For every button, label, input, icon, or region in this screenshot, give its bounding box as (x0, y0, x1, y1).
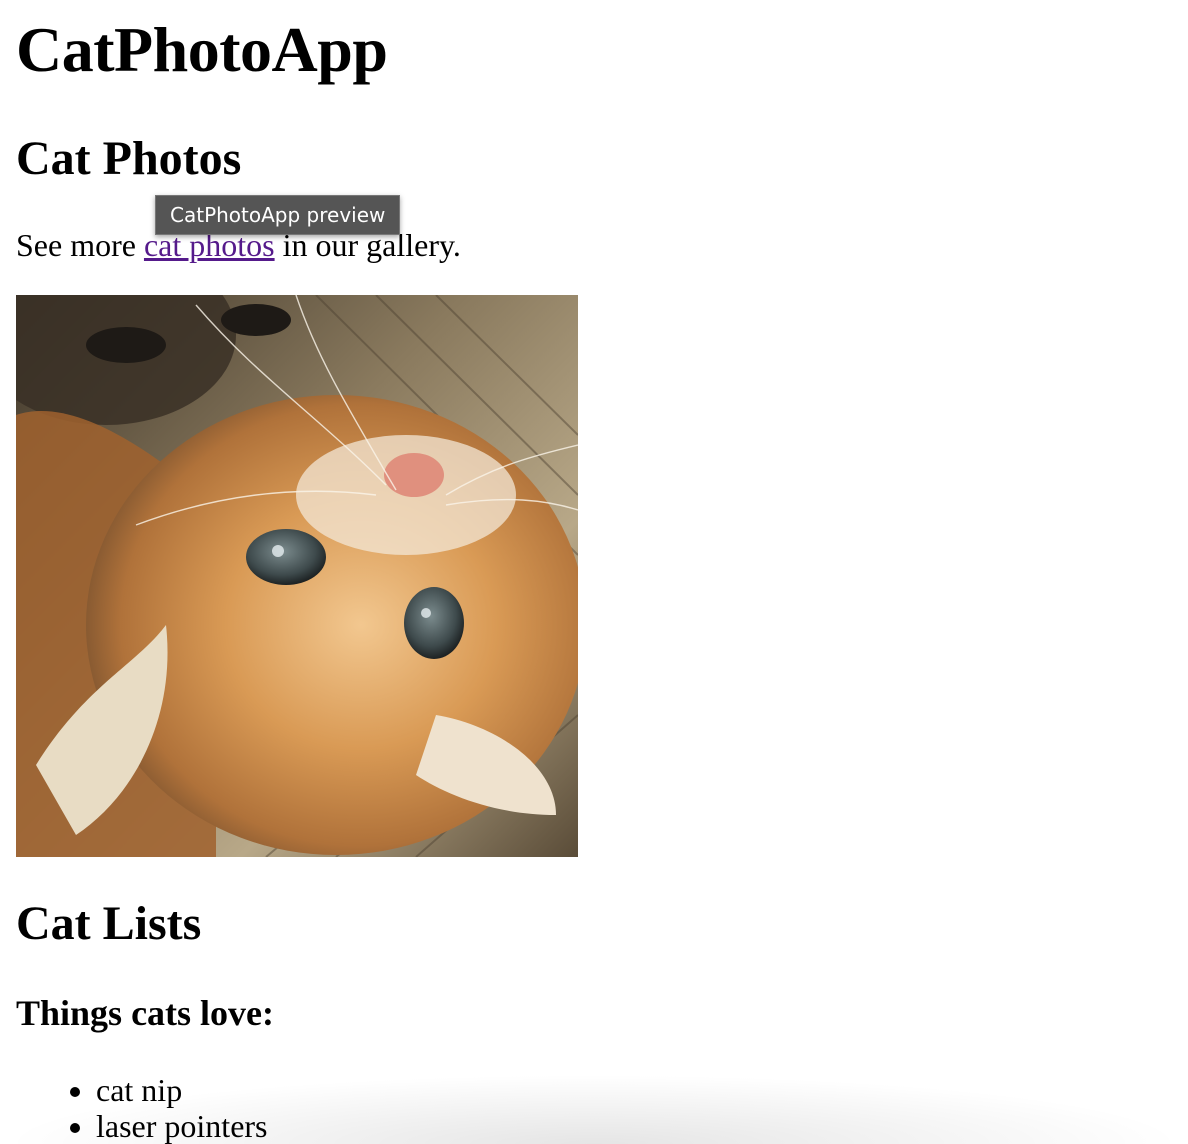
gallery-text-before: See more (16, 227, 144, 263)
list-item: cat nip (96, 1072, 268, 1108)
things-cats-love-list: cat nip laser pointers (16, 1072, 268, 1144)
things-cats-love-heading: Things cats love: (16, 993, 275, 1033)
page-title: CatPhotoApp (16, 14, 388, 85)
cat-lists-heading: Cat Lists (16, 897, 202, 950)
cat-photo-image[interactable] (16, 295, 578, 857)
link-tooltip: CatPhotoApp preview (155, 195, 401, 235)
cat-photos-heading: Cat Photos (16, 132, 242, 185)
list-item: laser pointers (96, 1108, 268, 1144)
